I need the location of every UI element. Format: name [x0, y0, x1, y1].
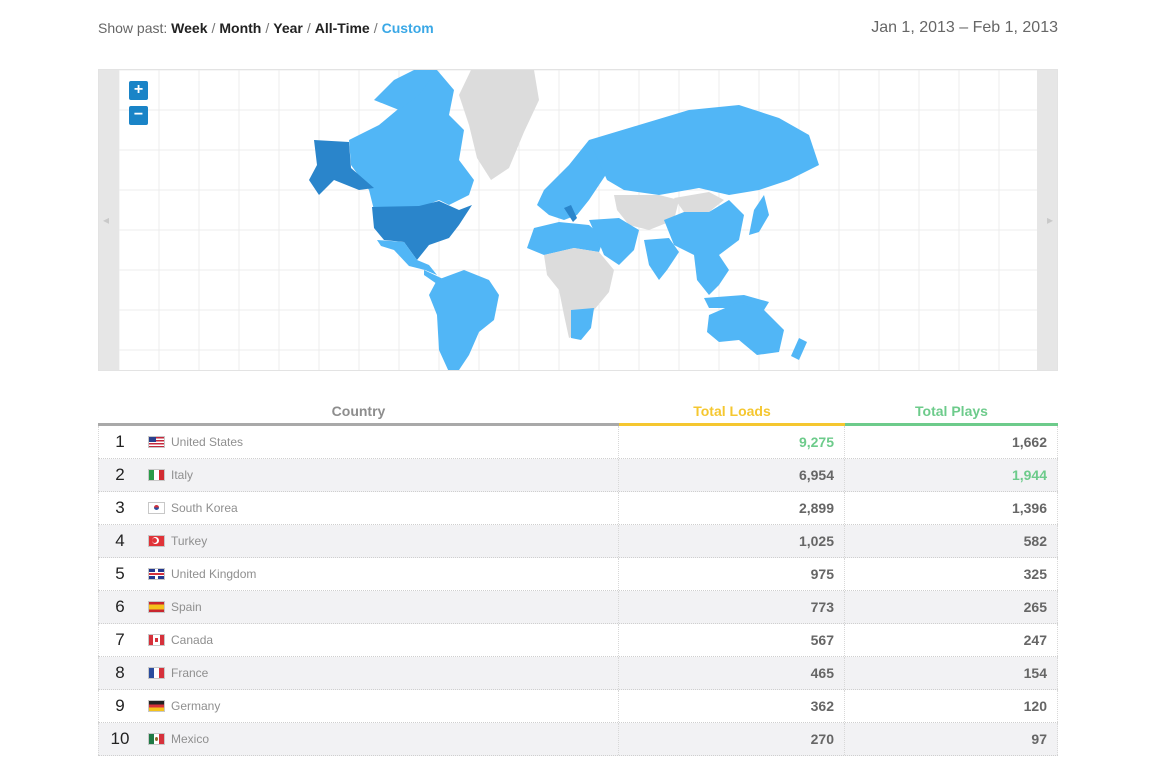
cell-total-loads: 362	[619, 690, 845, 722]
country-name: France	[171, 666, 209, 680]
rank: 1	[115, 432, 125, 451]
table-row[interactable]: 5 United Kingdom 975 325	[98, 558, 1058, 591]
flag-kr-icon	[149, 503, 164, 513]
map-scroll-left[interactable]: ◂	[99, 70, 119, 370]
cell-total-loads: 975	[619, 558, 845, 590]
filter-option-all-time[interactable]: All-Time	[315, 20, 370, 36]
world-map-svg[interactable]	[119, 70, 1037, 371]
cell-total-loads: 270	[619, 723, 845, 755]
rank: 5	[115, 564, 125, 583]
table-row[interactable]: 10 Mexico 270 97	[98, 723, 1058, 756]
country-name: South Korea	[171, 501, 238, 515]
rank: 7	[115, 630, 125, 649]
cell-total-plays: 325	[845, 558, 1058, 590]
cell-country: 1 United States	[98, 426, 619, 458]
cell-country: 10 Mexico	[98, 723, 619, 755]
arrow-right-icon[interactable]: ▸	[1047, 213, 1053, 227]
rank: 10	[110, 729, 130, 748]
cell-country: 5 United Kingdom	[98, 558, 619, 590]
country-name: United States	[171, 435, 244, 449]
country-greenland[interactable]	[459, 70, 539, 180]
cell-total-loads: 9,275	[619, 426, 845, 458]
cell-total-loads: 567	[619, 624, 845, 656]
country-name: Germany	[171, 699, 221, 713]
cell-total-loads: 773	[619, 591, 845, 623]
cell-country: 2 Italy	[98, 459, 619, 491]
table-row[interactable]: 4 Turkey 1,025 582	[98, 525, 1058, 558]
cell-country: 6 Spain	[98, 591, 619, 623]
col-header-total-loads[interactable]: Total Loads	[619, 398, 845, 426]
flag-mx-icon	[149, 734, 164, 744]
country-stats-table: Country Total Loads Total Plays 1 United …	[98, 398, 1058, 756]
flag-it-icon	[149, 470, 164, 480]
col-header-total-plays[interactable]: Total Plays	[845, 398, 1058, 426]
southeast-asia[interactable]	[694, 255, 729, 295]
cell-total-loads: 2,899	[619, 492, 845, 524]
flag-ca-icon	[149, 635, 164, 645]
table-row[interactable]: 6 Spain 773 265	[98, 591, 1058, 624]
rank: 4	[115, 531, 125, 550]
country-name: Italy	[171, 468, 194, 482]
date-range[interactable]: Jan 1, 2013 – Feb 1, 2013	[871, 19, 1058, 37]
cell-total-plays: 265	[845, 591, 1058, 623]
filter-option-week[interactable]: Week	[171, 20, 207, 36]
rank: 3	[115, 498, 125, 517]
table-header: Country Total Loads Total Plays	[98, 398, 1058, 426]
country-russia[interactable]	[589, 105, 819, 195]
table-body: 1 United States 9,275 1,662 2 Italy 6,954 1,944…	[98, 426, 1058, 756]
arrow-left-icon[interactable]: ◂	[103, 213, 109, 227]
filter-option-month[interactable]: Month	[219, 20, 261, 36]
rank: 9	[115, 696, 125, 715]
table-row[interactable]: 7 Canada 567 247	[98, 624, 1058, 657]
cell-total-plays: 154	[845, 657, 1058, 689]
cell-total-loads: 6,954	[619, 459, 845, 491]
map-scroll-right[interactable]: ▸	[1037, 70, 1057, 370]
table-row[interactable]: 8 France 465 154	[98, 657, 1058, 690]
time-range-filter: Show past: Week / Month / Year / All-Time / Cust…	[98, 20, 434, 36]
cell-country: 8 France	[98, 657, 619, 689]
flag-tr-icon	[149, 536, 164, 546]
flag-fr-icon	[149, 668, 164, 678]
rank: 8	[115, 663, 125, 682]
flag-gb-icon	[149, 569, 164, 579]
filter-option-year[interactable]: Year	[273, 20, 303, 36]
world-map[interactable]: ◂ ▸ + −	[98, 69, 1058, 371]
cell-total-plays: 97	[845, 723, 1058, 755]
filter-option-custom[interactable]: Custom	[382, 20, 434, 36]
cell-total-loads: 465	[619, 657, 845, 689]
africa-south[interactable]	[571, 308, 594, 340]
table-row[interactable]: 9 Germany 362 120	[98, 690, 1058, 723]
cell-total-plays: 1,396	[845, 492, 1058, 524]
country-name: United Kingdom	[171, 567, 257, 581]
country-name: Spain	[171, 600, 202, 614]
cell-total-plays: 582	[845, 525, 1058, 557]
flag-es-icon	[149, 602, 164, 612]
table-row[interactable]: 1 United States 9,275 1,662	[98, 426, 1058, 459]
country-name: Turkey	[171, 534, 208, 548]
cell-country: 7 Canada	[98, 624, 619, 656]
rank: 2	[115, 465, 125, 484]
country-new-zealand[interactable]	[791, 338, 807, 360]
cell-total-plays: 247	[845, 624, 1058, 656]
flag-us-icon	[149, 437, 164, 447]
cell-total-plays: 1,944	[845, 459, 1058, 491]
cell-country: 4 Turkey	[98, 525, 619, 557]
zoom-out-button[interactable]: −	[129, 106, 148, 125]
rank: 6	[115, 597, 125, 616]
country-name: Canada	[171, 633, 214, 647]
cell-country: 9 Germany	[98, 690, 619, 722]
country-name: Mexico	[171, 732, 210, 746]
cell-total-loads: 1,025	[619, 525, 845, 557]
flag-de-icon	[149, 701, 164, 711]
cell-total-plays: 120	[845, 690, 1058, 722]
table-row[interactable]: 2 Italy 6,954 1,944	[98, 459, 1058, 492]
zoom-in-button[interactable]: +	[129, 81, 148, 100]
col-header-country[interactable]: Country	[98, 398, 619, 426]
cell-country: 3 South Korea	[98, 492, 619, 524]
filter-label: Show past:	[98, 20, 168, 36]
table-row[interactable]: 3 South Korea 2,899 1,396	[98, 492, 1058, 525]
cell-total-plays: 1,662	[845, 426, 1058, 458]
